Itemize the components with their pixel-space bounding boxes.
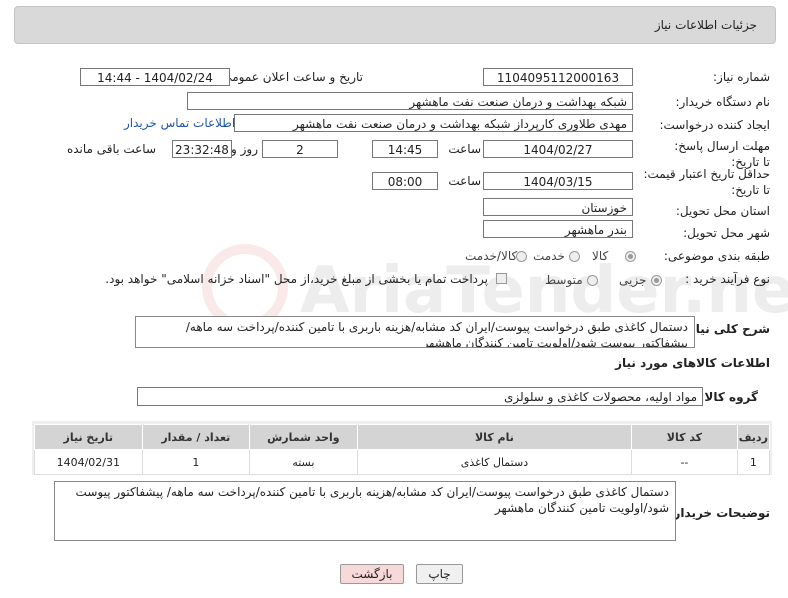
creator-label: ایجاد کننده درخواست: bbox=[659, 118, 770, 132]
process-option-medium: متوسط bbox=[545, 273, 583, 287]
cell-date: 1404/02/31 bbox=[34, 449, 143, 475]
header-panel: جزئیات اطلاعات نیاز bbox=[14, 6, 776, 44]
validity-label: حداقل تاریخ اعتبار قیمت: تا تاریخ: bbox=[643, 167, 770, 197]
col-header-code: کد کالا bbox=[631, 424, 738, 450]
goods-group-field: مواد اولیه، محصولات کاغذی و سلولزی bbox=[137, 387, 703, 406]
remaining-time-label: ساعت باقی مانده bbox=[66, 142, 156, 156]
days-label: روز و bbox=[231, 142, 258, 156]
cell-unit: بسته bbox=[249, 449, 358, 475]
description-label: شرح کلی نیاز: bbox=[684, 322, 770, 336]
category-label: طبقه بندی موضوعی: bbox=[663, 249, 770, 263]
buyer-notes-textarea[interactable]: دستمال کاغذی طبق درخواست پیوست/ایران کد … bbox=[54, 481, 676, 541]
goods-section-title: اطلاعات کالاهای مورد نیاز bbox=[615, 356, 770, 370]
creator-field: مهدی طلاوری کارپرداز شبکه بهداشت و درمان… bbox=[234, 114, 633, 132]
province-label: استان محل تحویل: bbox=[675, 204, 770, 218]
table-row[interactable]: 1 -- دستمال کاغذی بسته 1 1404/02/31 bbox=[34, 449, 771, 475]
city-label: شهر محل تحویل: bbox=[683, 226, 770, 240]
need-number-label: شماره نیاز: bbox=[713, 70, 770, 84]
col-header-row-no: ردیف bbox=[736, 424, 771, 450]
cell-name: دستمال کاغذی bbox=[356, 449, 633, 475]
validity-time-field: 08:00 bbox=[372, 172, 438, 190]
days-remaining-field: 2 bbox=[262, 140, 338, 158]
validity-date-field: 1404/03/15 bbox=[483, 172, 633, 190]
items-table: ردیف کد کالا نام کالا واحد شمارش تعداد /… bbox=[34, 424, 771, 475]
cell-qty: 1 bbox=[141, 449, 251, 475]
province-field: خوزستان bbox=[483, 198, 633, 216]
col-header-date: تاریخ نیاز bbox=[34, 424, 143, 450]
buyer-org-field: شبکه بهداشت و درمان صنعت نفت ماهشهر bbox=[187, 92, 633, 110]
category-radio-goods[interactable] bbox=[625, 251, 636, 262]
remaining-time-field: 23:32:48 bbox=[172, 140, 232, 158]
announce-label: تاریخ و ساعت اعلان عمومی: bbox=[218, 70, 363, 84]
validity-time-label: ساعت bbox=[448, 174, 481, 188]
col-header-qty: تعداد / مقدار bbox=[141, 424, 251, 450]
page-title: جزئیات اطلاعات نیاز bbox=[654, 18, 757, 32]
deadline-date-field: 1404/02/27 bbox=[483, 140, 633, 158]
process-option-minor: جزیی bbox=[619, 273, 647, 287]
col-header-name: نام کالا bbox=[356, 424, 633, 450]
cell-row-no: 1 bbox=[736, 449, 771, 475]
items-table-header-row: ردیف کد کالا نام کالا واحد شمارش تعداد /… bbox=[34, 424, 771, 450]
city-field: بندر ماهشهر bbox=[483, 220, 633, 238]
description-textarea[interactable]: دستمال کاغذی طبق درخواست پیوست/ایران کد … bbox=[135, 316, 695, 348]
treasury-payment-checkbox[interactable] bbox=[496, 273, 507, 284]
treasury-payment-note: پرداخت تمام یا بخشی از مبلغ خرید،از محل … bbox=[105, 272, 488, 286]
cell-code: -- bbox=[631, 449, 738, 475]
process-type-label: نوع فرآیند خرید : bbox=[685, 272, 770, 286]
goods-group-label: گروه کالا: bbox=[699, 390, 758, 404]
deadline-time-field: 14:45 bbox=[372, 140, 438, 158]
category-option-service: خدمت bbox=[533, 249, 565, 263]
buyer-org-label: نام دستگاه خریدار: bbox=[675, 95, 771, 109]
category-radio-service[interactable] bbox=[569, 251, 580, 262]
print-button[interactable]: چاپ bbox=[416, 564, 463, 584]
process-radio-minor[interactable] bbox=[651, 275, 662, 286]
category-option-both: کالا/خدمت bbox=[465, 249, 518, 263]
category-option-goods: کالا bbox=[592, 249, 609, 263]
col-header-unit: واحد شمارش bbox=[249, 424, 358, 450]
buyer-notes-label: توضیحات خریدار: bbox=[668, 506, 770, 520]
process-radio-medium[interactable] bbox=[587, 275, 598, 286]
need-number-field: 1104095112000163 bbox=[483, 68, 633, 86]
category-radio-both[interactable] bbox=[516, 251, 527, 262]
deadline-time-label: ساعت bbox=[448, 142, 481, 156]
buyer-contact-link[interactable]: اطلاعات تماس خریدار bbox=[124, 116, 235, 130]
items-table-container: ردیف کد کالا نام کالا واحد شمارش تعداد /… bbox=[32, 421, 772, 475]
back-button[interactable]: بازگشت bbox=[340, 564, 404, 584]
announce-datetime-field: 1404/02/24 - 14:44 bbox=[80, 68, 230, 86]
